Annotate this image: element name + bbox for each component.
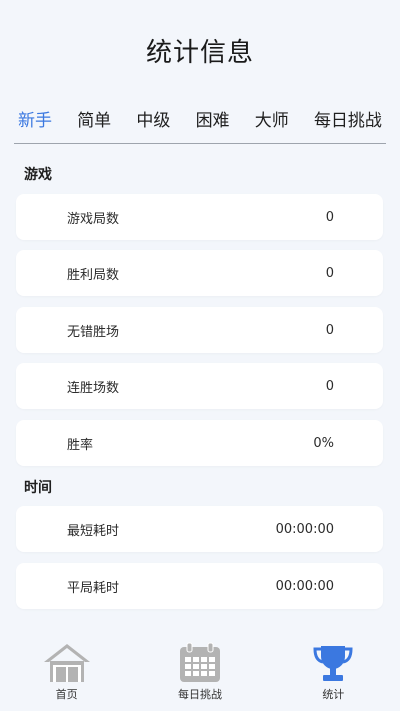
stat-label: 胜利局数 — [67, 267, 120, 283]
nav-statistics[interactable]: 统计 — [278, 632, 388, 702]
nav-home[interactable]: 首页 — [12, 632, 122, 702]
statistics-screen: 统计信息 新手 简单 中级 困难 大师 每日挑战 游戏 游戏局数 0 胜利局数 … — [0, 0, 400, 711]
stat-value: 0 — [325, 209, 334, 225]
stat-row-win-streak: 连胜场数 0 — [16, 363, 383, 409]
calendar-icon — [179, 642, 220, 682]
stat-row-games-won: 胜利局数 0 — [16, 250, 383, 296]
stat-label: 无错胜场 — [67, 324, 120, 340]
difficulty-tabs: 新手 简单 中级 困难 大师 每日挑战 — [14, 100, 386, 144]
tab-easy[interactable]: 简单 — [73, 104, 115, 140]
stat-row-best-time: 最短耗时 00:00:00 — [16, 506, 383, 552]
tab-hard[interactable]: 困难 — [192, 104, 234, 140]
nav-label-home: 首页 — [55, 688, 78, 701]
stat-label: 平局耗时 — [67, 580, 120, 596]
stat-label: 胜率 — [67, 437, 94, 453]
stat-value: 00:00:00 — [275, 521, 334, 537]
nav-label-statistics: 统计 — [322, 688, 345, 701]
stat-row-win-rate: 胜率 0% — [16, 420, 383, 466]
section-label-time: 时间 — [24, 480, 52, 496]
stat-label: 连胜场数 — [67, 380, 120, 396]
stat-value: 0 — [325, 378, 334, 394]
stat-value: 0% — [313, 435, 334, 451]
nav-label-daily-challenge: 每日挑战 — [177, 688, 222, 701]
page-title: 统计信息 — [145, 38, 254, 68]
tab-beginner[interactable]: 新手 — [14, 104, 56, 140]
stat-value: 00:00:00 — [275, 578, 334, 594]
bottom-navigation: 首页 每日挑战 统计 — [0, 632, 400, 711]
stat-value: 0 — [325, 322, 334, 338]
stat-label: 游戏局数 — [67, 211, 120, 227]
tab-daily-challenge[interactable]: 每日挑战 — [310, 104, 386, 140]
trophy-icon — [313, 646, 353, 681]
section-label-game: 游戏 — [24, 167, 52, 183]
stat-row-games-played: 游戏局数 0 — [16, 194, 383, 240]
home-icon — [43, 644, 90, 682]
stat-row-flawless-wins: 无错胜场 0 — [16, 307, 383, 353]
tab-master[interactable]: 大师 — [251, 104, 293, 140]
stat-value: 0 — [325, 265, 334, 281]
tab-medium[interactable]: 中级 — [132, 104, 174, 140]
stat-label: 最短耗时 — [67, 523, 120, 539]
stat-row-average-time: 平局耗时 00:00:00 — [16, 563, 383, 609]
nav-daily-challenge[interactable]: 每日挑战 — [145, 632, 255, 702]
